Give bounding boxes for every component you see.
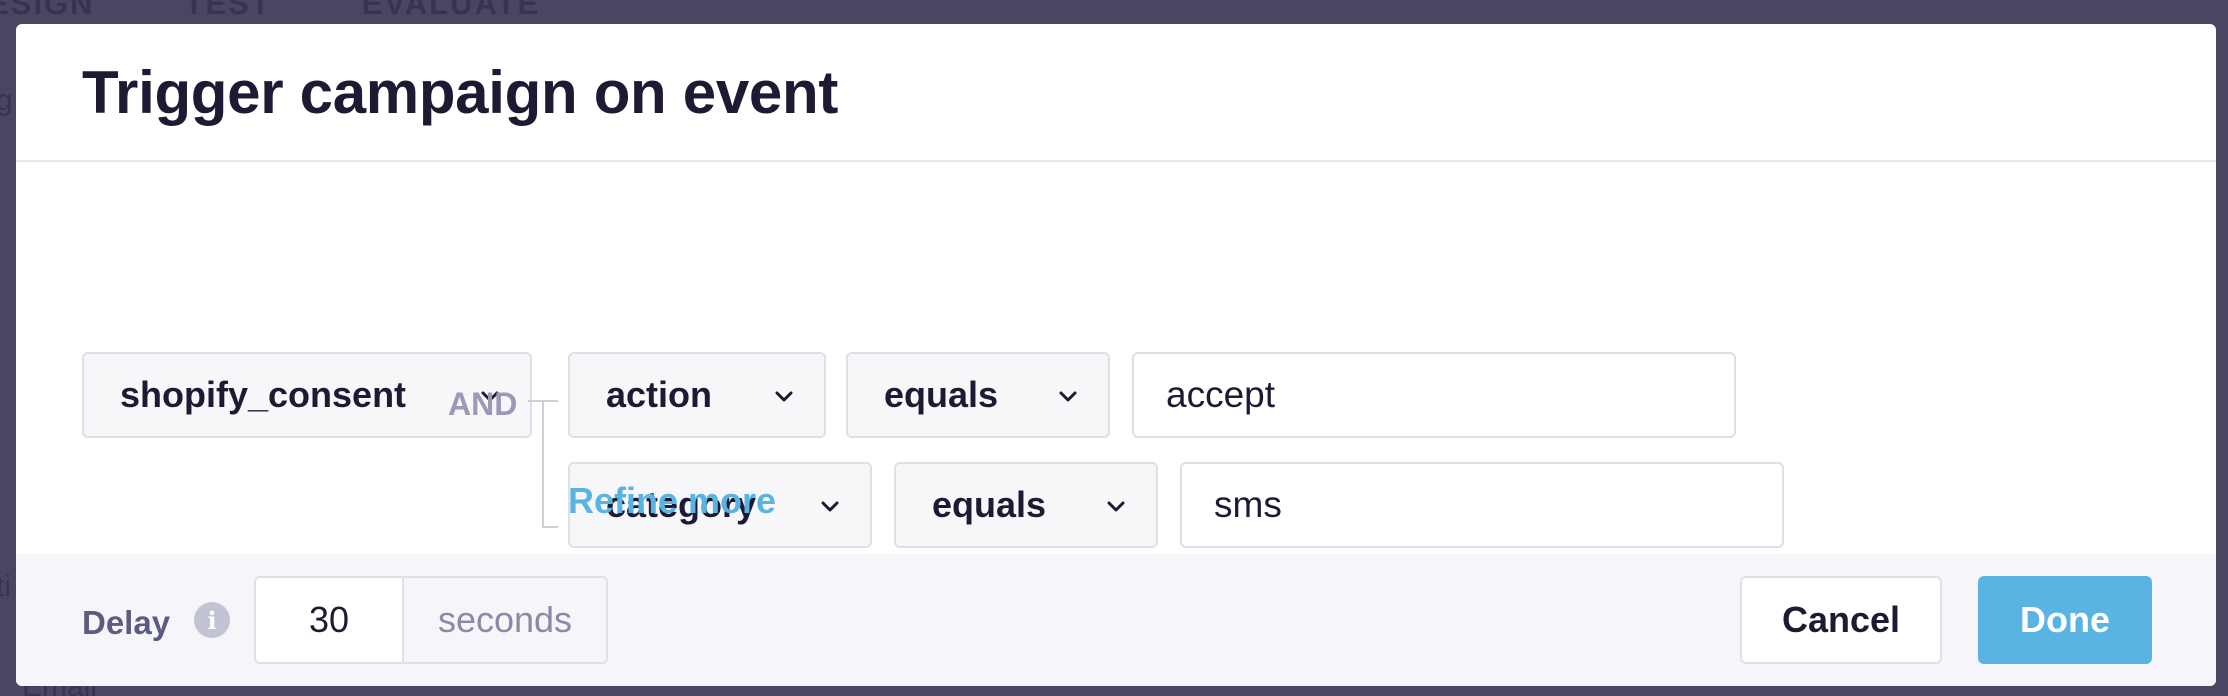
delay-label: Delay (82, 604, 171, 641)
trigger-campaign-modal: Trigger campaign on event shopify_consen… (16, 24, 2216, 686)
chevron-down-icon (774, 387, 794, 407)
property-select-action[interactable]: action (568, 352, 826, 438)
delay-input[interactable]: 30 (254, 576, 402, 664)
background-tab-test: TEST (184, 0, 272, 21)
operator-select-action[interactable]: equals (846, 352, 1110, 438)
chevron-down-icon (1058, 387, 1078, 407)
property-select-label: action (606, 374, 713, 415)
operator-select-label: equals (884, 374, 999, 415)
background-tab-evaluate: EVALUATE (361, 0, 541, 21)
chevron-down-icon (820, 497, 840, 517)
background-tab-design: ESIGN (0, 0, 95, 21)
operator-select-label: equals (932, 484, 1047, 525)
modal-footer: Delay i 30 seconds Cancel Done (16, 554, 2216, 686)
delay-unit-label: seconds (402, 576, 608, 664)
refine-more-link[interactable]: Refine more (568, 480, 776, 522)
background-tabs: ESIGN TEST EVALUATE (0, 0, 541, 21)
modal-body: shopify_consent AND action equals accept… (16, 162, 2216, 554)
background-text: g (0, 84, 13, 117)
event-select-label: shopify_consent (120, 374, 407, 415)
background-text: ti (0, 570, 11, 603)
chevron-down-icon (1106, 497, 1126, 517)
modal-title: Trigger campaign on event (82, 58, 839, 126)
value-input-action[interactable]: accept (1132, 352, 1736, 438)
connector-line (542, 400, 544, 526)
cancel-button[interactable]: Cancel (1740, 576, 1942, 664)
and-connector-label: AND (448, 386, 518, 422)
value-input-category[interactable]: sms (1180, 462, 1784, 548)
modal-header: Trigger campaign on event (16, 24, 2216, 162)
connector-line (542, 526, 558, 528)
info-icon[interactable]: i (194, 602, 230, 638)
operator-select-category[interactable]: equals (894, 462, 1158, 548)
done-button[interactable]: Done (1978, 576, 2152, 664)
